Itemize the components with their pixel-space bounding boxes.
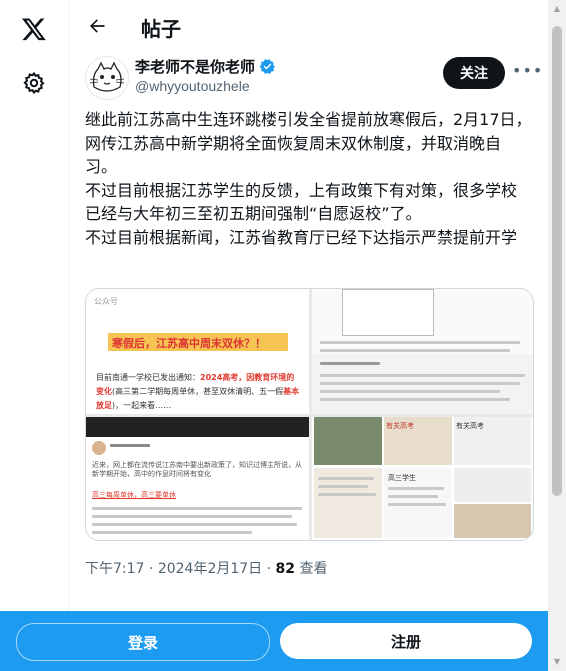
page-title: 帖子: [141, 17, 181, 41]
media-caption-mid: (高三第二学期每周单休，甚至双休清明、五一假: [112, 387, 284, 396]
media-caption-prefix: 目前南通一学校已发出通知：: [96, 373, 200, 382]
follow-button[interactable]: 关注: [443, 57, 505, 89]
view-count: 82: [275, 561, 296, 577]
media-caption: 目前南通一学校已发出通知：2024高考，因教育环境的变化(高三第二学期每周单休，…: [96, 371, 301, 413]
login-button[interactable]: 登录: [16, 623, 270, 661]
post-text: 继此前江苏高中生连环跳楼引发全省提前放寒假后，2月17日，网传江苏高中新学期将全…: [85, 110, 532, 247]
media-source-label: 公众号: [94, 297, 118, 306]
author-name[interactable]: 李老师不是你老师: [135, 56, 276, 77]
gear-icon[interactable]: [17, 66, 51, 100]
avatar[interactable]: [85, 56, 129, 100]
media-quote-highlight: 高三每周单休，高三要单休: [92, 491, 176, 499]
signup-button[interactable]: 注册: [280, 623, 532, 659]
main-column: 帖子 李老师不是你老师 @whyyoutouzhele 关注 ••• 继此前江苏…: [69, 0, 548, 671]
bottom-login-bar: 登录 注册: [0, 611, 548, 671]
post-header: 帖子: [69, 0, 548, 53]
x-logo-icon[interactable]: [17, 12, 51, 46]
scroll-down-icon[interactable]: ▼: [552, 657, 562, 667]
media-image-3[interactable]: [312, 354, 533, 414]
media-right-heading-2: 有关高考: [456, 422, 484, 430]
author-handle[interactable]: @whyyoutouzhele: [135, 78, 250, 94]
media-rb-heading: 高三学生: [388, 474, 416, 482]
media-headline: 寒假后，江苏高中周末双休？！: [112, 337, 266, 350]
scroll-up-icon[interactable]: ▲: [552, 4, 562, 14]
post-time[interactable]: 下午7:17: [85, 561, 144, 577]
media-right-heading-1: 有关高考: [386, 422, 414, 430]
author-row: 李老师不是你老师 @whyyoutouzhele 关注 •••: [85, 56, 542, 104]
post-media[interactable]: 公众号 寒假后，江苏高中周末双休？！ 目前南通一学校已发出通知：2024高考，因…: [85, 288, 534, 541]
scroll-thumb[interactable]: [552, 26, 562, 496]
media-image-1[interactable]: 公众号 寒假后，江苏高中周末双休？！ 目前南通一学校已发出通知：2024高考，因…: [86, 289, 309, 414]
scrollbar[interactable]: ▲ ▼: [548, 0, 566, 671]
media-dark-band: [86, 417, 309, 437]
media-quote-caption: 近来，网上都在流传说江苏南中要出新政策了，知识过博主所说，从新学期开始，高中的作…: [92, 461, 302, 478]
post-date[interactable]: 2024年2月17日: [158, 561, 262, 577]
verified-badge-icon: [259, 59, 275, 74]
left-rail: [0, 0, 69, 671]
media-note-card: [342, 289, 434, 336]
author-name-text: 李老师不是你老师: [135, 58, 256, 76]
back-arrow-icon[interactable]: [85, 14, 109, 38]
view-label: 查看: [299, 561, 328, 577]
media-caption-suffix: )，一起来看……: [112, 401, 172, 410]
post-timestamp: 下午7:17 · 2024年2月17日 · 82 查看: [85, 561, 328, 577]
media-image-5[interactable]: 有关高考 有关高考 高三学生: [312, 417, 533, 540]
more-options-icon[interactable]: •••: [512, 63, 542, 84]
media-image-4[interactable]: 近来，网上都在流传说江苏南中要出新政策了，知识过博主所说，从新学期开始，高中的作…: [86, 417, 309, 540]
